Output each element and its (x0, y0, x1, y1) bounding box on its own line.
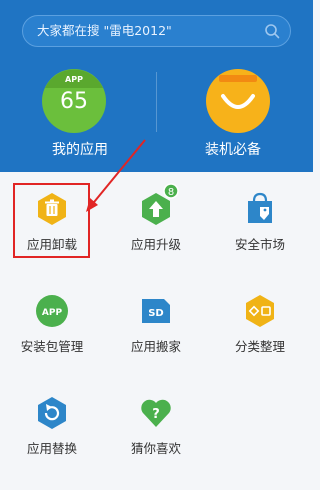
highlight-annotation-box (13, 183, 90, 258)
app-package-text: APP (42, 308, 63, 318)
sd-card-text: SD (148, 308, 164, 319)
package-manager-item[interactable]: APP 安装包管理 (0, 274, 104, 374)
essentials-label: 装机必备 (205, 142, 261, 158)
replace-item[interactable]: 应用替换 (0, 376, 104, 476)
app-move-label: 应用搬家 (130, 339, 181, 354)
header-banner: 大家都在搜 "雷电2012" APP 65 我的应用 装机必备 (0, 0, 313, 172)
sd-card-icon: SD (142, 299, 170, 323)
annotation-arrow-icon (86, 139, 146, 212)
heart-question-icon: ? (141, 399, 171, 427)
shopping-bag-icon (248, 192, 272, 223)
recommend-item[interactable]: ? 猜你喜欢 (104, 376, 208, 476)
smile-bag-icon (206, 69, 270, 133)
app-move-item[interactable]: SD 应用搬家 (104, 274, 208, 374)
installed-apps-count: 65 (60, 89, 88, 114)
search-icon[interactable] (264, 23, 280, 39)
update-count: 8 (168, 187, 174, 198)
categorize-item[interactable]: 分类整理 (208, 274, 312, 374)
apps-badge-text: APP (65, 75, 83, 84)
package-manager-label: 安装包管理 (20, 339, 84, 354)
essentials-tile[interactable]: 装机必备 (168, 68, 298, 168)
categorize-label: 分类整理 (234, 339, 285, 354)
app-package-icon: APP (36, 295, 68, 327)
replace-icon (38, 397, 66, 429)
search-placeholder: 大家都在搜 "雷电2012" (37, 23, 172, 38)
recommend-label: 猜你喜欢 (130, 441, 181, 456)
security-market-label: 安全市场 (234, 237, 285, 252)
security-market-item[interactable]: 安全市场 (208, 172, 312, 272)
upgrade-label: 应用升级 (130, 237, 181, 252)
replace-label: 应用替换 (26, 441, 77, 456)
search-bar[interactable]: 大家都在搜 "雷电2012" (22, 15, 291, 47)
category-icon (246, 295, 274, 327)
heart-question-text: ? (152, 407, 160, 422)
hero-divider (156, 72, 157, 132)
